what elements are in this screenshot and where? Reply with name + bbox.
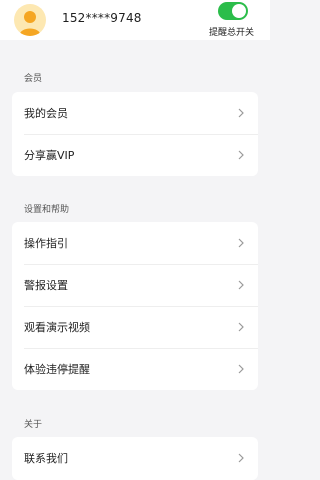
- phone-number: 152****9748: [62, 11, 142, 25]
- section-title-settings-help: 设置和帮助: [24, 205, 70, 215]
- chevron-right-icon: [238, 364, 244, 374]
- menu-item-label: 体验违停提醒: [24, 363, 90, 376]
- chevron-right-icon: [238, 108, 244, 118]
- menu-item-share-vip[interactable]: 分享赢VIP: [12, 134, 258, 176]
- menu-item-watch-demo-video[interactable]: 观看演示视频: [12, 306, 258, 348]
- reminder-master-toggle[interactable]: [218, 2, 248, 20]
- chevron-right-icon: [238, 150, 244, 160]
- menu-item-label: 联系我们: [24, 452, 68, 465]
- menu-item-contact-us[interactable]: 联系我们: [12, 437, 258, 479]
- menu-item-label: 我的会员: [24, 107, 68, 120]
- menu-item-label: 操作指引: [24, 237, 68, 250]
- menu-item-label: 分享赢VIP: [24, 149, 75, 162]
- settings-card: 操作指引 警报设置 观看演示视频 体验违停提醒: [12, 222, 258, 390]
- reminder-toggle-label: 提醒总开关: [209, 28, 255, 38]
- about-card: 联系我们: [12, 437, 258, 480]
- chevron-right-icon: [238, 280, 244, 290]
- chevron-right-icon: [238, 322, 244, 332]
- user-avatar-icon[interactable]: [14, 4, 46, 36]
- menu-item-label: 警报设置: [24, 279, 68, 292]
- membership-card: 我的会员 分享赢VIP: [12, 92, 258, 176]
- section-title-about: 关于: [24, 420, 43, 430]
- chevron-right-icon: [238, 238, 244, 248]
- menu-item-operation-guide[interactable]: 操作指引: [12, 222, 258, 264]
- menu-item-label: 观看演示视频: [24, 321, 90, 334]
- toggle-knob: [232, 4, 246, 18]
- chevron-right-icon: [238, 453, 244, 463]
- section-title-membership: 会员: [24, 74, 43, 84]
- menu-item-try-parking-reminder[interactable]: 体验违停提醒: [12, 348, 258, 390]
- menu-item-my-membership[interactable]: 我的会员: [12, 92, 258, 134]
- menu-item-alarm-settings[interactable]: 警报设置: [12, 264, 258, 306]
- profile-header: 152****9748 提醒总开关: [0, 0, 270, 40]
